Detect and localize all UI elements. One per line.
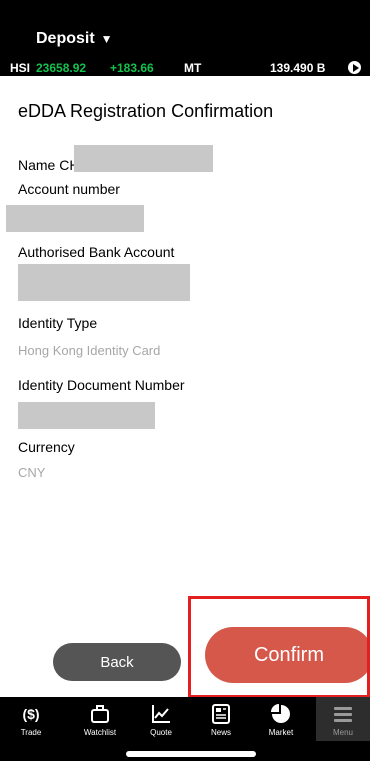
tab-menu[interactable]: Menu — [320, 697, 366, 761]
identity-type-value: Hong Kong Identity Card — [18, 343, 161, 358]
tab-trade[interactable]: ($) Trade — [8, 697, 54, 761]
svg-text:($): ($) — [22, 706, 39, 722]
redacted-identity-number — [18, 402, 155, 429]
briefcase-icon — [88, 702, 112, 726]
page-header-title: Deposit — [36, 30, 95, 47]
session-label: MT — [184, 61, 202, 75]
identity-document-label: Identity Document Number — [18, 377, 185, 393]
tab-market[interactable]: Market — [258, 697, 304, 761]
index-name: HSI — [10, 61, 31, 75]
redacted-account-number — [6, 205, 144, 232]
deposit-dropdown[interactable]: Deposit ▼ — [36, 30, 113, 48]
confirm-button[interactable]: Confirm — [205, 627, 370, 683]
redacted-name — [74, 145, 213, 172]
newspaper-icon — [209, 702, 233, 726]
authorised-bank-label: Authorised Bank Account — [18, 244, 175, 260]
redacted-bank-account — [18, 264, 190, 301]
account-number-label: Account number — [18, 181, 120, 197]
index-change: +183.66 — [110, 61, 154, 75]
index-value: 23658.92 — [36, 61, 87, 75]
turnover-value: 139.490 B — [270, 61, 326, 75]
tab-label-trade: Trade — [20, 728, 42, 737]
caret-down-icon: ▼ — [100, 32, 113, 46]
tab-label-news: News — [210, 728, 231, 737]
tab-label-watchlist: Watchlist — [83, 728, 117, 737]
identity-type-label: Identity Type — [18, 315, 98, 331]
name-row: Name CH — [18, 157, 79, 173]
back-button[interactable]: Back — [53, 643, 181, 681]
tab-watchlist[interactable]: Watchlist — [76, 697, 124, 761]
play-icon[interactable] — [348, 61, 361, 74]
dollar-icon: ($) — [19, 702, 43, 726]
home-indicator — [126, 751, 256, 757]
line-chart-icon — [149, 702, 173, 726]
currency-value: CNY — [18, 465, 46, 480]
pie-chart-icon — [269, 702, 293, 726]
name-label: Name — [18, 157, 56, 173]
hamburger-menu-icon — [331, 702, 355, 726]
tab-label-menu: Menu — [332, 728, 353, 737]
index-ticker[interactable]: HSI 23658.92 +183.66 MT 139.490 B — [0, 60, 370, 76]
page-title: eDDA Registration Confirmation — [18, 101, 274, 121]
header-bar: Deposit ▼ HSI 23658.92 +183.66 MT 139.49… — [0, 0, 370, 76]
currency-label: Currency — [18, 439, 75, 455]
tab-label-quote: Quote — [150, 728, 172, 737]
tab-label-market: Market — [268, 728, 294, 737]
